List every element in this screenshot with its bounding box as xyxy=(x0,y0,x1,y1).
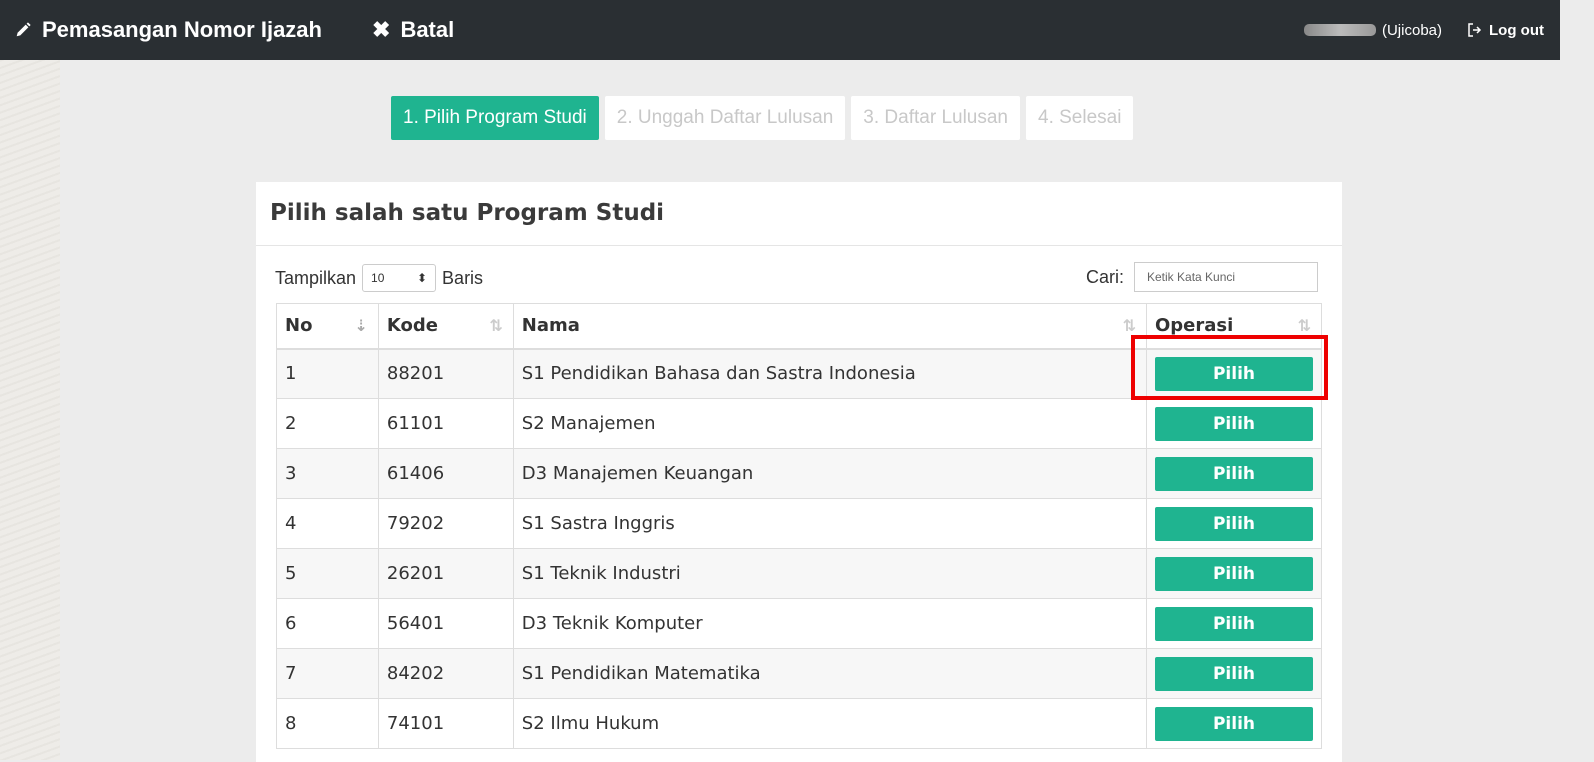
cell-nama: S1 Pendidikan Matematika xyxy=(512,648,1147,699)
cell-kode: 61101 xyxy=(377,398,514,449)
table-row: 5 26201 S1 Teknik Industri Pilih xyxy=(276,548,1323,599)
pilih-button[interactable]: Pilih xyxy=(1154,406,1313,441)
program-studi-panel: Pilih salah satu Program Studi Tampilkan… xyxy=(256,182,1342,762)
close-icon: ✖ xyxy=(372,17,391,42)
sort-icon: ⇅ xyxy=(1297,316,1311,335)
cell-no: 7 xyxy=(276,648,379,699)
cell-nama: S1 Sastra Inggris xyxy=(512,498,1147,549)
page-title-text: Pemasangan Nomor Ijazah xyxy=(42,17,322,42)
cell-operasi: Pilih xyxy=(1145,598,1323,649)
step-selesai: 4. Selesai xyxy=(1026,96,1134,140)
pilih-button[interactable]: Pilih xyxy=(1154,606,1313,641)
step-unggah-daftar-lulusan: 2. Unggah Daftar Lulusan xyxy=(604,96,846,140)
table-row: 4 79202 S1 Sastra Inggris Pilih xyxy=(276,498,1323,549)
cell-nama: S1 Teknik Industri xyxy=(512,548,1147,599)
search-input[interactable] xyxy=(1134,262,1318,292)
cell-nama: D3 Manajemen Keuangan xyxy=(512,448,1147,499)
panel-title: Pilih salah satu Program Studi xyxy=(270,200,665,226)
cell-no: 3 xyxy=(276,448,379,499)
table-row: 6 56401 D3 Teknik Komputer Pilih xyxy=(276,598,1323,649)
step-daftar-lulusan: 3. Daftar Lulusan xyxy=(851,96,1020,140)
sort-asc-icon: ⇣ xyxy=(354,316,368,335)
page-title: Pemasangan Nomor Ijazah xyxy=(14,0,322,60)
cell-kode: 88201 xyxy=(377,348,514,399)
cancel-button[interactable]: ✖ Batal xyxy=(372,0,454,60)
cell-operasi: Pilih xyxy=(1145,498,1323,549)
background-decoration xyxy=(0,0,60,760)
user-id-redacted xyxy=(1303,24,1376,36)
logout-button[interactable]: Log out xyxy=(1468,0,1544,60)
cell-no: 8 xyxy=(276,698,379,749)
table-row: 3 61406 D3 Manajemen Keuangan Pilih xyxy=(276,448,1323,499)
cell-nama: S1 Pendidikan Bahasa dan Sastra Indonesi… xyxy=(512,348,1147,399)
rows-label: Baris xyxy=(442,267,484,288)
sort-icon: ⇅ xyxy=(1122,316,1136,335)
pilih-button[interactable]: Pilih xyxy=(1154,506,1313,541)
table-row: 7 84202 S1 Pendidikan Matematika Pilih xyxy=(276,648,1323,699)
cell-no: 6 xyxy=(276,598,379,649)
show-label: Tampilkan xyxy=(275,267,357,288)
cell-no: 4 xyxy=(276,498,379,549)
cell-kode: 84202 xyxy=(377,648,514,699)
column-header-no[interactable]: No ⇣ xyxy=(276,303,379,350)
column-header-kode-label: Kode xyxy=(386,315,438,337)
cell-operasi: Pilih xyxy=(1145,398,1323,449)
search-control: Cari: xyxy=(1086,262,1318,292)
highlight-annotation xyxy=(1131,335,1328,400)
column-header-kode[interactable]: Kode ⇅ xyxy=(377,303,514,350)
page-length-select[interactable]: 10 ⬍ xyxy=(362,264,437,292)
cell-kode: 79202 xyxy=(377,498,514,549)
column-header-nama-label: Nama xyxy=(521,315,580,337)
pilih-button[interactable]: Pilih xyxy=(1154,656,1313,691)
cell-operasi: Pilih xyxy=(1145,548,1323,599)
select-arrows-icon: ⬍ xyxy=(416,271,428,285)
table-row: 2 61101 S2 Manajemen Pilih xyxy=(276,398,1323,449)
user-suffix: (Ujicoba) xyxy=(1381,21,1442,39)
column-header-no-label: No xyxy=(285,315,313,337)
search-label: Cari: xyxy=(1085,266,1124,287)
cell-kode: 56401 xyxy=(377,598,514,649)
cell-kode: 26201 xyxy=(377,548,514,599)
page-length-control: Tampilkan 10 ⬍ Baris xyxy=(275,264,483,292)
cell-nama: S2 Ilmu Hukum xyxy=(512,698,1147,749)
cell-no: 2 xyxy=(276,398,379,449)
column-header-operasi-label: Operasi xyxy=(1154,315,1234,337)
sort-icon: ⇅ xyxy=(489,316,503,335)
cell-kode: 74101 xyxy=(377,698,514,749)
cell-operasi: Pilih xyxy=(1145,448,1323,499)
page-length-value: 10 xyxy=(371,271,385,285)
step-pilih-program-studi[interactable]: 1. Pilih Program Studi xyxy=(391,96,599,140)
cell-nama: D3 Teknik Komputer xyxy=(512,598,1147,649)
user-info: (Ujicoba) xyxy=(1303,0,1442,60)
cell-operasi: Pilih xyxy=(1145,648,1323,699)
pilih-button[interactable]: Pilih xyxy=(1154,706,1313,741)
wizard-steps: 1. Pilih Program Studi 2. Unggah Daftar … xyxy=(391,96,1134,140)
panel-divider xyxy=(256,245,1342,246)
top-navbar: Pemasangan Nomor Ijazah ✖ Batal (Ujicoba… xyxy=(0,0,1560,60)
cell-kode: 61406 xyxy=(377,448,514,499)
cell-no: 1 xyxy=(276,348,379,399)
pencil-icon xyxy=(16,22,31,37)
logout-label: Log out xyxy=(1489,21,1544,39)
pilih-button[interactable]: Pilih xyxy=(1154,456,1313,491)
pilih-button[interactable]: Pilih xyxy=(1154,556,1313,591)
logout-icon xyxy=(1468,23,1482,37)
cell-no: 5 xyxy=(276,548,379,599)
cancel-label: Batal xyxy=(400,17,455,42)
table-row: 8 74101 S2 Ilmu Hukum Pilih xyxy=(276,698,1323,749)
cell-operasi: Pilih xyxy=(1145,698,1323,749)
column-header-nama[interactable]: Nama ⇅ xyxy=(512,303,1147,350)
cell-nama: S2 Manajemen xyxy=(512,398,1147,449)
